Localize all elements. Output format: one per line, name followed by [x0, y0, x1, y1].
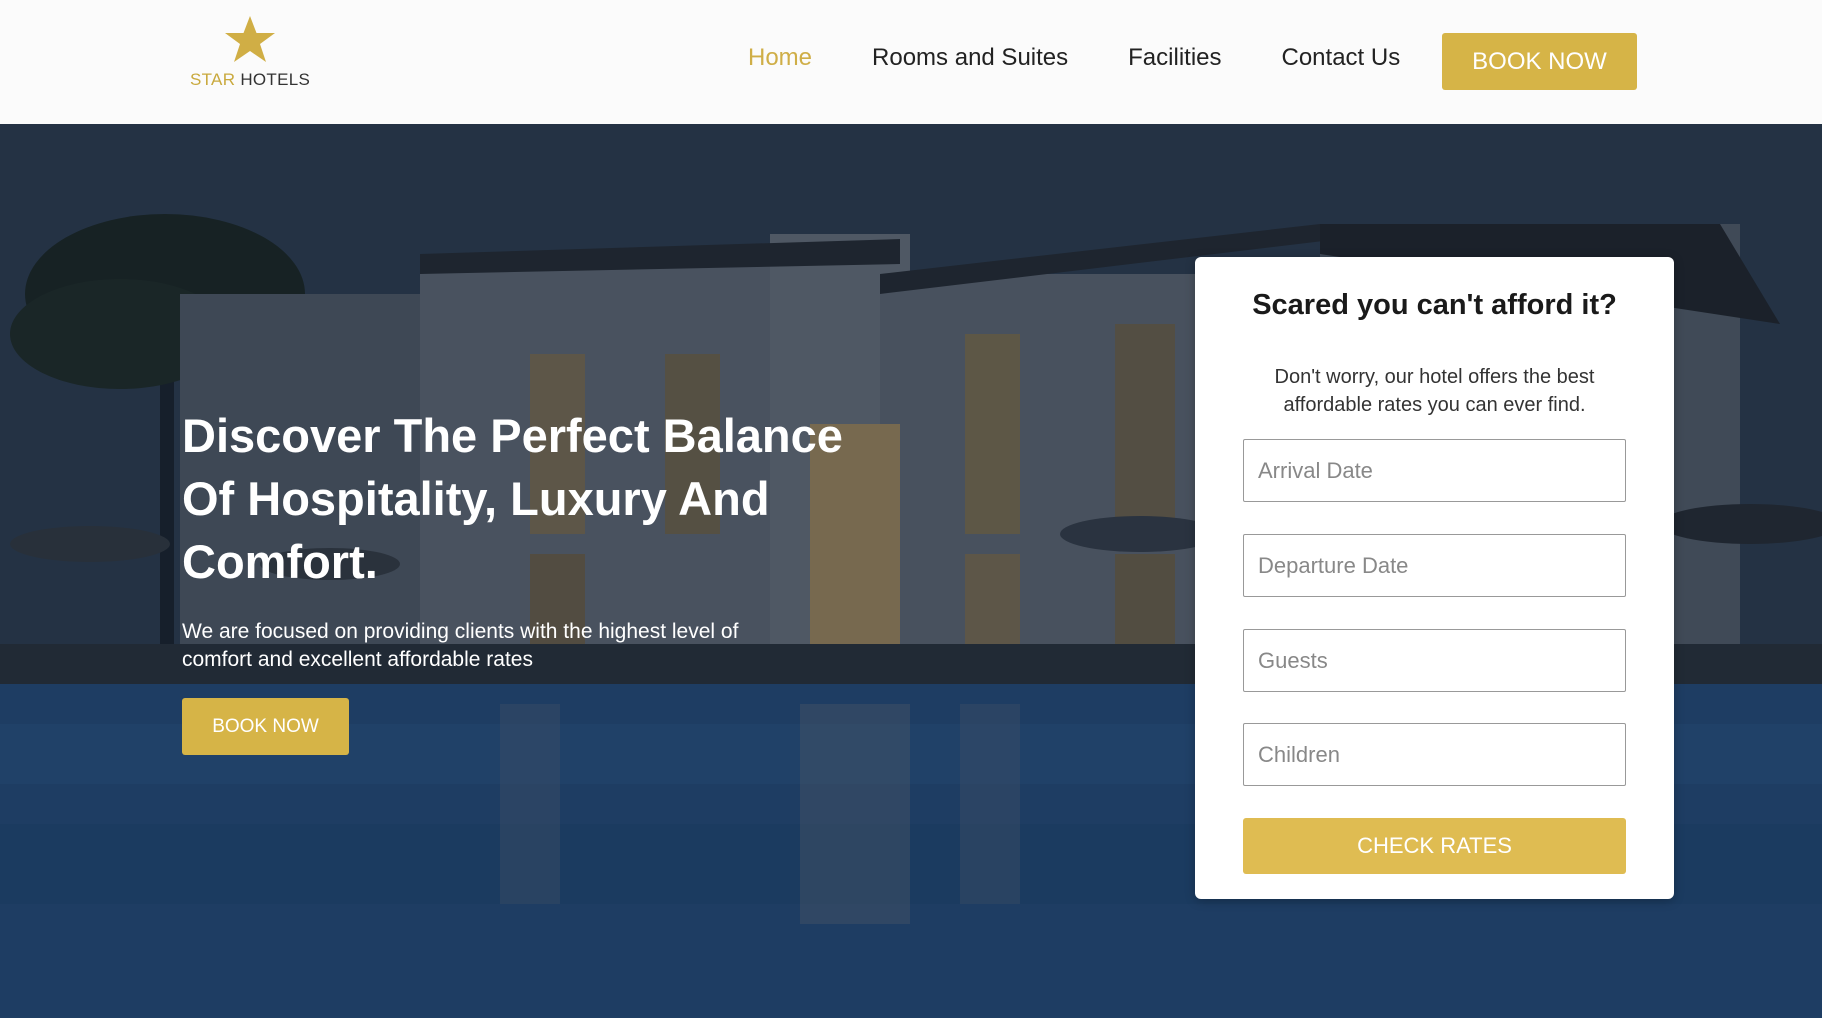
guests-input[interactable]	[1243, 629, 1626, 692]
logo-text: STAR HOTELS	[190, 70, 310, 90]
hero-book-now-button[interactable]: BOOK NOW	[182, 698, 349, 755]
logo-text-star: STAR	[190, 70, 236, 89]
nav-facilities[interactable]: Facilities	[1128, 44, 1221, 72]
arrival-date-input[interactable]	[1243, 439, 1626, 502]
booking-form-title: Scared you can't afford it?	[1252, 289, 1617, 321]
booking-form-description: Don't worry, our hotel offers the best a…	[1274, 366, 1595, 416]
children-input[interactable]	[1243, 723, 1626, 786]
booking-form-card: Scared you can't afford it? Don't worry,…	[1195, 257, 1674, 899]
site-header: STAR HOTELS Home Rooms and Suites Facili…	[0, 0, 1822, 124]
nav-home[interactable]: Home	[748, 44, 812, 72]
hero-subtitle: We are focused on providing clients with…	[182, 620, 739, 671]
main-nav: Home Rooms and Suites Facilities Contact…	[748, 44, 1400, 72]
hero-title: Discover The Perfect Balance Of Hospital…	[182, 409, 843, 588]
departure-date-input[interactable]	[1243, 534, 1626, 597]
check-rates-button[interactable]: CHECK RATES	[1243, 818, 1626, 874]
star-icon	[225, 16, 275, 62]
logo[interactable]: STAR HOTELS	[190, 14, 310, 98]
logo-text-hotels: HOTELS	[240, 70, 311, 89]
nav-rooms-and-suites[interactable]: Rooms and Suites	[872, 44, 1068, 72]
header-book-now-button[interactable]: BOOK NOW	[1442, 33, 1637, 90]
nav-contact-us[interactable]: Contact Us	[1282, 44, 1401, 72]
